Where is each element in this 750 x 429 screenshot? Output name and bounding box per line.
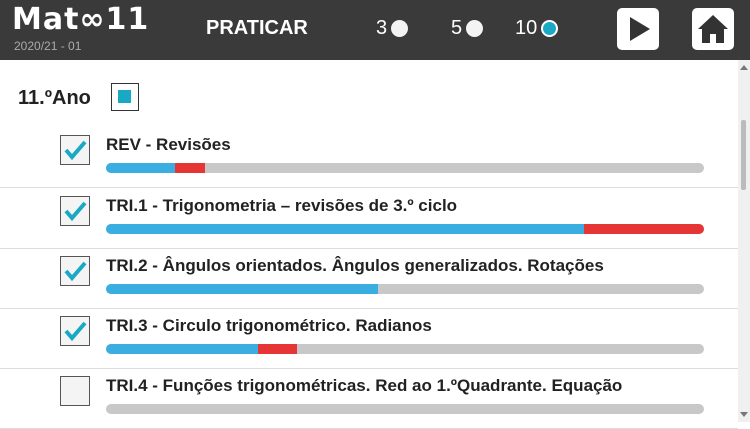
infinity-icon: ∞ bbox=[79, 2, 106, 37]
scroll-thumb[interactable] bbox=[741, 120, 746, 190]
topic-title: REV - Revisões bbox=[106, 135, 231, 154]
option-3[interactable]: 3 bbox=[376, 17, 409, 40]
progress-bar bbox=[106, 404, 704, 414]
year-checkbox[interactable] bbox=[111, 83, 139, 111]
checkmark-icon bbox=[64, 261, 87, 282]
version-label: 2020/21 - 01 bbox=[14, 39, 82, 53]
progress-wrong bbox=[258, 344, 298, 354]
checkmark-icon bbox=[64, 201, 87, 222]
app-logo: Mat∞11 bbox=[12, 2, 149, 37]
progress-bar bbox=[106, 163, 704, 173]
year-label: 11.ºAno bbox=[18, 87, 91, 109]
option-5-radio[interactable] bbox=[466, 20, 484, 37]
checkmark-icon bbox=[64, 140, 87, 161]
scroll-down-icon[interactable] bbox=[740, 412, 748, 417]
option-10-label: 10 bbox=[515, 17, 538, 39]
progress-correct bbox=[106, 163, 175, 173]
checkmark-icon bbox=[64, 321, 87, 342]
option-10[interactable]: 10 bbox=[515, 17, 559, 40]
option-5[interactable]: 5 bbox=[451, 17, 484, 40]
scrollbar[interactable] bbox=[738, 60, 750, 422]
partial-check-icon bbox=[118, 90, 131, 103]
topic-row[interactable]: TRI.4 - Funções trigonométricas. Red ao … bbox=[0, 368, 738, 429]
topic-title: TRI.4 - Funções trigonométricas. Red ao … bbox=[106, 376, 623, 395]
play-icon bbox=[630, 17, 650, 41]
progress-bar bbox=[106, 284, 704, 294]
topic-title: TRI.3 - Circulo trigonométrico. Radianos bbox=[106, 316, 432, 335]
top-bar: Mat∞11 2020/21 - 01 PRATICAR 3 5 10 bbox=[0, 0, 750, 60]
progress-bar bbox=[106, 224, 704, 234]
topic-checkbox[interactable] bbox=[60, 135, 90, 165]
topic-title: TRI.2 - Ângulos orientados. Ângulos gene… bbox=[106, 256, 604, 275]
home-icon bbox=[698, 15, 728, 43]
logo-suffix: 11 bbox=[105, 2, 150, 37]
topic-row[interactable]: TRI.3 - Circulo trigonométrico. Radianos bbox=[0, 308, 738, 369]
option-5-label: 5 bbox=[451, 17, 463, 39]
play-button[interactable] bbox=[617, 8, 659, 50]
topic-checkbox[interactable] bbox=[60, 376, 90, 406]
topic-row[interactable]: TRI.2 - Ângulos orientados. Ângulos gene… bbox=[0, 248, 738, 309]
option-3-label: 3 bbox=[376, 17, 388, 39]
progress-correct bbox=[106, 344, 259, 354]
logo-prefix: Mat bbox=[12, 2, 80, 37]
topic-checkbox[interactable] bbox=[60, 196, 90, 226]
progress-bar bbox=[106, 344, 704, 354]
home-button[interactable] bbox=[692, 8, 734, 50]
progress-wrong bbox=[174, 163, 205, 173]
progress-wrong bbox=[584, 224, 704, 234]
topic-list: 11.ºAno REV - Revisões TRI.1 - Trigonomet… bbox=[0, 60, 738, 429]
topic-row[interactable]: TRI.1 - Trigonometria – revisões de 3.º … bbox=[0, 188, 738, 249]
topic-title: TRI.1 - Trigonometria – revisões de 3.º … bbox=[106, 196, 458, 215]
progress-correct bbox=[106, 284, 379, 294]
topic-checkbox[interactable] bbox=[60, 316, 90, 346]
mode-title: PRATICAR bbox=[206, 17, 308, 39]
progress-correct bbox=[106, 224, 585, 234]
scroll-up-icon[interactable] bbox=[740, 65, 748, 70]
topic-checkbox[interactable] bbox=[60, 256, 90, 286]
topic-row[interactable]: REV - Revisões bbox=[0, 127, 738, 188]
option-10-radio[interactable] bbox=[541, 20, 559, 37]
option-3-radio[interactable] bbox=[391, 20, 409, 37]
